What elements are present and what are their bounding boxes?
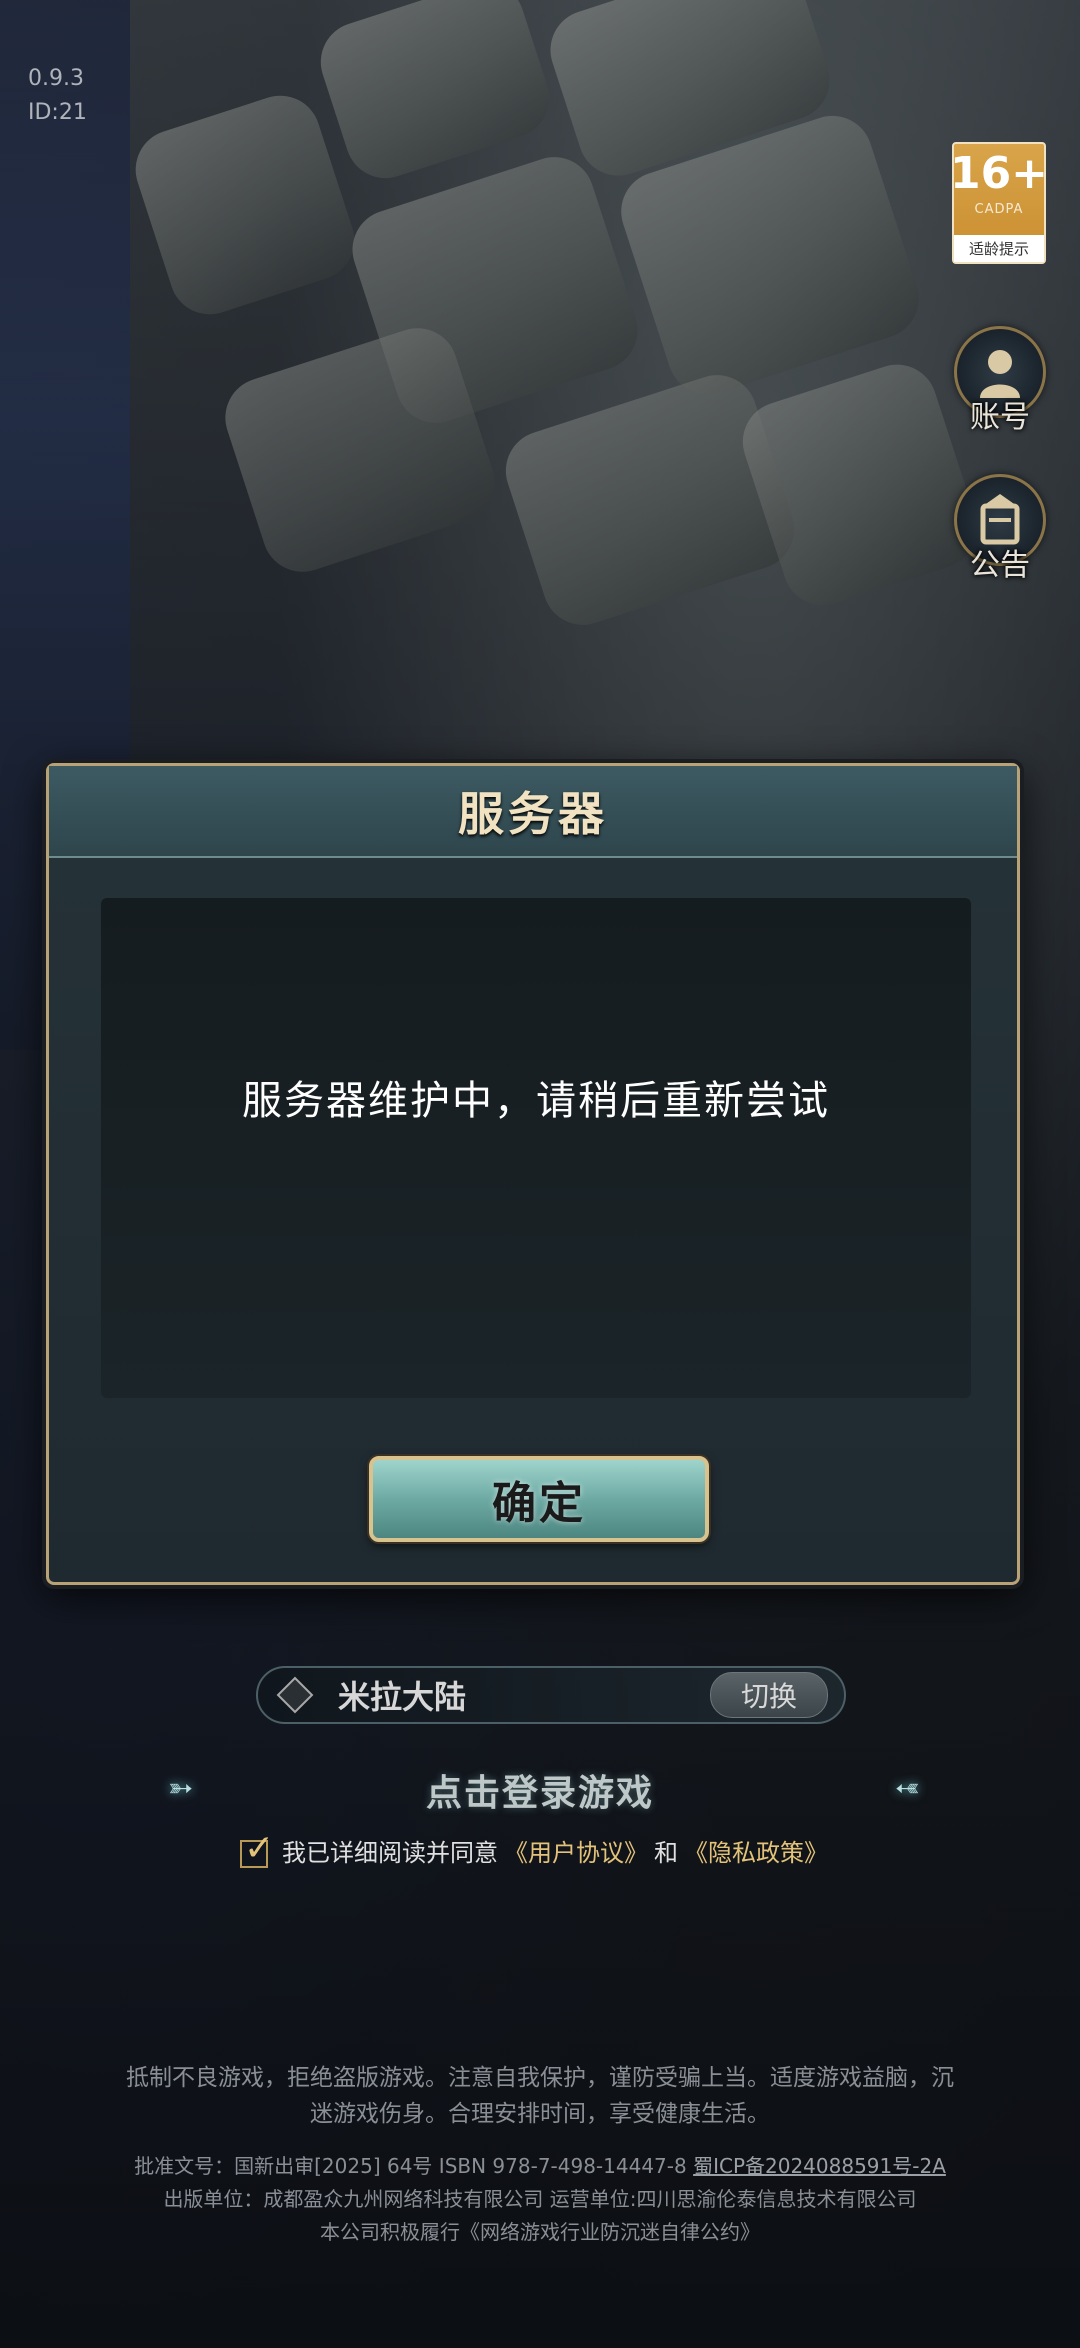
dialog-message-box: 服务器维护中，请稍后重新尝试 bbox=[101, 898, 971, 1398]
version-info: 0.9.3 ID:21 bbox=[28, 62, 87, 130]
icp-link[interactable]: 蜀ICP备2024088591号-2A bbox=[693, 2154, 946, 2178]
age-rating-tip: 适龄提示 bbox=[954, 235, 1044, 262]
server-dialog: 服务器 服务器维护中，请稍后重新尝试 确定 bbox=[46, 763, 1020, 1585]
server-status-icon bbox=[276, 1676, 314, 1714]
age-rating-org: CADPA bbox=[974, 202, 1024, 217]
account-button[interactable]: 账号 bbox=[950, 326, 1050, 436]
agreement-checkbox[interactable]: ✓ bbox=[238, 1828, 274, 1869]
server-name: 米拉大陆 bbox=[338, 1678, 467, 1716]
agreement-row: ✓ 我已详细阅读并同意 《用户协议》 和 《隐私政策》 bbox=[238, 1828, 834, 1870]
publisher-line: 出版单位：成都盈众九州网络科技有限公司 运营单位:四川思渝伦泰信息技术有限公司 bbox=[163, 2187, 917, 2211]
version-number: 0.9.3 bbox=[28, 66, 84, 91]
user-agreement-link[interactable]: 《用户协议》 bbox=[504, 1833, 648, 1868]
agreement-prefix: 我已详细阅读并同意 bbox=[282, 1838, 498, 1867]
health-notice: 抵制不良游戏，拒绝盗版游戏。注意自我保护，谨防受骗上当。适度游戏益脑，沉迷游戏伤… bbox=[126, 2065, 954, 2127]
player-id: ID:21 bbox=[28, 100, 87, 125]
notice-button[interactable]: 公告 bbox=[950, 474, 1050, 584]
dialog-title: 服务器 bbox=[458, 787, 608, 841]
notice-label: 公告 bbox=[970, 548, 1030, 583]
approval-line: 批准文号：国新出审[2025] 64号 ISBN 978-7-498-14447… bbox=[0, 2150, 1080, 2183]
approval-number: 批准文号：国新出审[2025] 64号 ISBN 978-7-498-14447… bbox=[134, 2154, 687, 2178]
dialog-message: 服务器维护中，请稍后重新尝试 bbox=[242, 1078, 830, 1124]
confirm-button[interactable]: 确定 bbox=[369, 1456, 709, 1542]
agreement-and: 和 bbox=[654, 1838, 678, 1867]
arrow-right-icon: ➳ bbox=[894, 1771, 920, 1806]
account-label: 账号 bbox=[970, 400, 1030, 435]
legal-info: 批准文号：国新出审[2025] 64号 ISBN 978-7-498-14447… bbox=[0, 2150, 1080, 2249]
server-selector[interactable]: 米拉大陆 切换 bbox=[256, 1666, 846, 1724]
age-rating-badge[interactable]: 16+ CADPA 适龄提示 bbox=[949, 142, 1049, 264]
confirm-label: 确定 bbox=[492, 1478, 586, 1529]
pledge-line: 本公司积极履行《网络游戏行业防沉迷自律公约》 bbox=[320, 2220, 760, 2244]
check-icon: ✓ bbox=[244, 1828, 275, 1869]
switch-server-button[interactable]: 切换 bbox=[710, 1672, 828, 1718]
privacy-policy-link[interactable]: 《隐私政策》 bbox=[684, 1833, 828, 1868]
login-button[interactable]: ➳ 点击登录游戏 ➳ bbox=[0, 1760, 1080, 1820]
dialog-header: 服务器 bbox=[49, 766, 1017, 858]
age-rating-number: 16+ bbox=[949, 148, 1049, 199]
